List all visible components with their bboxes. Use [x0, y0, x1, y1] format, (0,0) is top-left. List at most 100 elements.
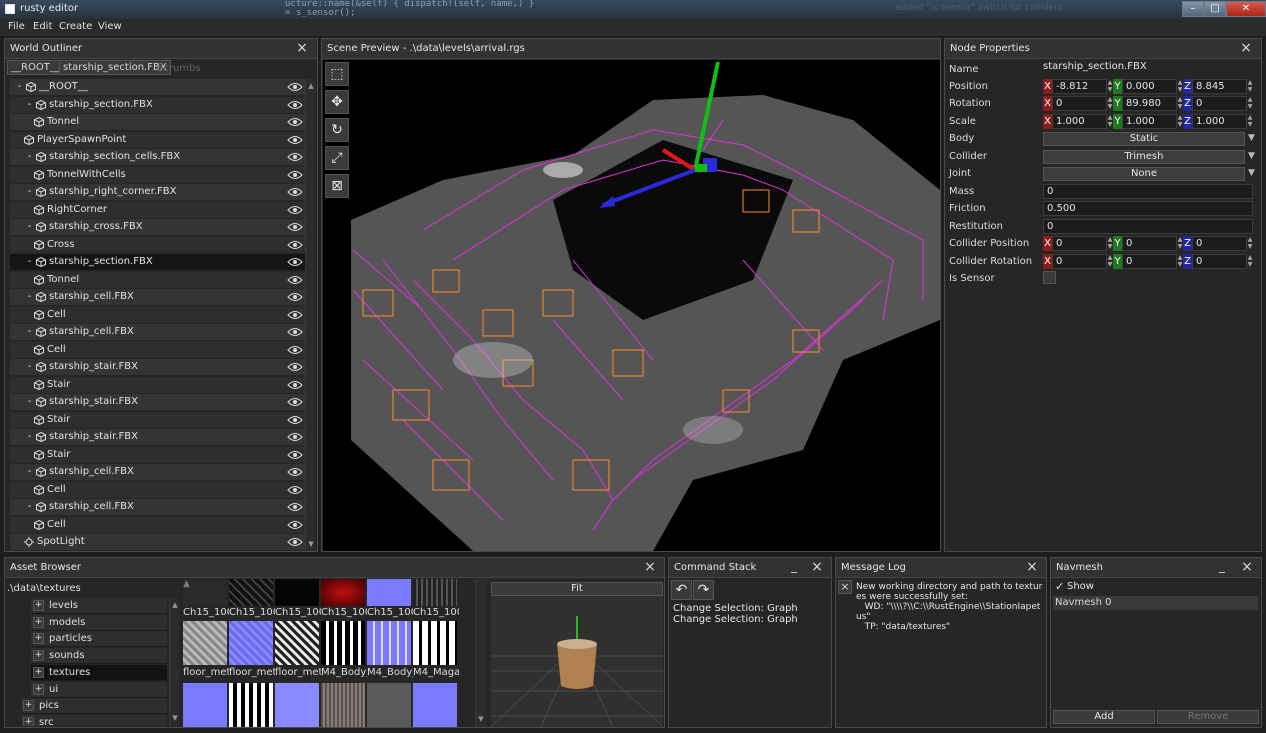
outliner-row[interactable]: - starship_stair.FBX	[10, 394, 305, 411]
outliner-row[interactable]: - starship_section.FBX	[10, 96, 305, 114]
menu-edit[interactable]: Edit	[33, 21, 52, 32]
asset-folder-item[interactable]: + pics	[21, 698, 167, 715]
menu-file[interactable]: File	[8, 21, 25, 32]
expand-toggle-icon[interactable]: -	[24, 256, 35, 268]
vector-component-field[interactable]: 0	[1122, 254, 1177, 269]
navmesh-minimize-button[interactable]: _	[1219, 559, 1231, 573]
outliner-row[interactable]: RightCorner	[10, 201, 305, 219]
eye-icon[interactable]	[287, 327, 303, 337]
outliner-row[interactable]: - starship_cell.FBX	[10, 324, 305, 341]
vector-component-field[interactable]: 0	[1052, 236, 1107, 251]
outliner-row[interactable]: Tonnel	[10, 271, 305, 289]
add-navmesh-button[interactable]: Add	[1053, 710, 1155, 724]
scale-tool-icon[interactable]: ⤢	[325, 146, 349, 170]
scroll-down-icon[interactable]: ▼	[476, 714, 486, 724]
outliner-row[interactable]: Cross	[10, 236, 305, 254]
asset-thumb[interactable]	[183, 683, 227, 727]
outliner-row[interactable]: TonnelWithCells	[10, 166, 305, 184]
outliner-row[interactable]: Cell	[10, 481, 305, 499]
command-stack-minimize-button[interactable]: _	[791, 559, 803, 573]
asset-thumbs-scrollbar[interactable]: ▼	[475, 579, 487, 727]
minimize-button[interactable]: –	[1182, 1, 1204, 17]
expand-plus-icon[interactable]: +	[33, 600, 44, 611]
clear-log-icon[interactable]: ×	[838, 580, 852, 594]
outliner-row[interactable]: Cell	[10, 341, 305, 359]
eye-icon[interactable]	[287, 152, 303, 162]
show-label[interactable]: Show	[1067, 581, 1094, 592]
navmesh-item[interactable]: Navmesh 0	[1053, 596, 1258, 610]
outliner-row[interactable]: SpotLight	[10, 534, 305, 551]
outliner-row[interactable]: Tonnel	[10, 114, 305, 131]
eye-icon[interactable]	[287, 415, 303, 425]
eye-icon[interactable]	[287, 380, 303, 390]
expand-plus-icon[interactable]: +	[33, 650, 44, 662]
outliner-row[interactable]: - starship_cell.FBX	[10, 499, 305, 516]
expand-plus-icon[interactable]: +	[33, 616, 44, 628]
eye-icon[interactable]	[287, 117, 303, 127]
show-checkmark-icon[interactable]: ✓	[1055, 580, 1064, 593]
undo-icon[interactable]: ↶	[671, 580, 692, 600]
outliner-row[interactable]: - starship_section.FBX	[10, 254, 305, 271]
asset-thumb-up-arrow-icon[interactable]: ▲	[183, 579, 227, 606]
command-entry[interactable]: Change Selection: Graph	[673, 603, 798, 614]
expand-toggle-icon[interactable]: -	[24, 99, 35, 111]
expand-toggle-icon[interactable]: -	[24, 186, 35, 198]
asset-folder-item[interactable]: + levels	[31, 598, 167, 614]
rotate-tool-icon[interactable]: ↻	[325, 118, 349, 142]
eye-icon[interactable]	[287, 520, 303, 530]
redo-icon[interactable]: ↷	[693, 580, 714, 600]
vector-component-field[interactable]: 1.000	[1122, 114, 1177, 129]
vector-component-field[interactable]: 0	[1192, 236, 1247, 251]
vector-component-field[interactable]: 1.000	[1052, 114, 1107, 129]
select-tool-icon[interactable]: ⬚	[325, 62, 349, 86]
spinner-icon[interactable]: ▲ ▼	[1247, 96, 1253, 111]
expand-toggle-icon[interactable]: -	[24, 151, 35, 163]
eye-icon[interactable]	[287, 257, 303, 267]
resize-tool-icon[interactable]: ⊠	[325, 174, 349, 198]
is-sensor-checkbox[interactable]	[1043, 271, 1056, 284]
menu-view[interactable]: View	[98, 21, 122, 32]
asset-folder-item[interactable]: + src	[21, 714, 167, 726]
asset-thumb[interactable]	[275, 683, 319, 727]
outliner-scrollbar[interactable]: ▲ ▼	[305, 79, 315, 551]
expand-plus-icon[interactable]: +	[33, 666, 44, 678]
scroll-up-icon[interactable]: ▲	[306, 81, 316, 91]
vector-component-field[interactable]: 0	[1192, 96, 1247, 111]
outliner-row[interactable]: Stair	[10, 411, 305, 429]
body-chevron-down-icon[interactable]: ▼	[1248, 133, 1255, 143]
collider-select[interactable]: Trimesh	[1043, 150, 1245, 164]
asset-thumb[interactable]	[183, 621, 227, 665]
asset-thumb[interactable]	[229, 579, 273, 606]
vector-component-field[interactable]: 1.000	[1192, 114, 1247, 129]
fit-button[interactable]: Fit	[491, 582, 663, 596]
command-stack-close-button[interactable]: ×	[810, 560, 824, 574]
asset-thumb[interactable]	[367, 621, 411, 665]
asset-thumb[interactable]	[229, 683, 273, 727]
eye-icon[interactable]	[287, 135, 303, 145]
asset-folder-item[interactable]: + particles	[31, 631, 167, 648]
eye-icon[interactable]	[287, 82, 303, 92]
vector-component-field[interactable]: 0	[1192, 254, 1247, 269]
message-log-close-button[interactable]: ×	[1025, 560, 1039, 574]
mass-field[interactable]: 0	[1043, 184, 1253, 199]
spinner-icon[interactable]: ▲ ▼	[1247, 236, 1253, 251]
asset-thumb[interactable]	[275, 579, 319, 606]
vector-component-field[interactable]: 0.000	[1122, 79, 1177, 94]
eye-icon[interactable]	[287, 310, 303, 320]
asset-thumb[interactable]	[321, 621, 365, 665]
body-select[interactable]: Static	[1043, 132, 1245, 146]
breadcrumb-root[interactable]: __ROOT__	[7, 60, 64, 75]
expand-toggle-icon[interactable]: -	[24, 431, 35, 443]
spinner-icon[interactable]: ▲ ▼	[1247, 114, 1253, 129]
eye-icon[interactable]	[287, 432, 303, 442]
scene-viewport[interactable]: ⬚ ✥ ↻ ⤢ ⊠	[323, 60, 940, 551]
eye-icon[interactable]	[287, 450, 303, 460]
asset-thumb[interactable]	[413, 621, 457, 665]
restitution-field[interactable]: 0	[1043, 219, 1253, 234]
eye-icon[interactable]	[287, 275, 303, 285]
scroll-down-icon[interactable]: ▼	[170, 713, 180, 723]
joint-select[interactable]: None	[1043, 167, 1245, 181]
vector-component-field[interactable]: 0	[1052, 96, 1107, 111]
navmesh-close-button[interactable]: ×	[1240, 560, 1254, 574]
friction-field[interactable]: 0.500	[1043, 201, 1253, 216]
